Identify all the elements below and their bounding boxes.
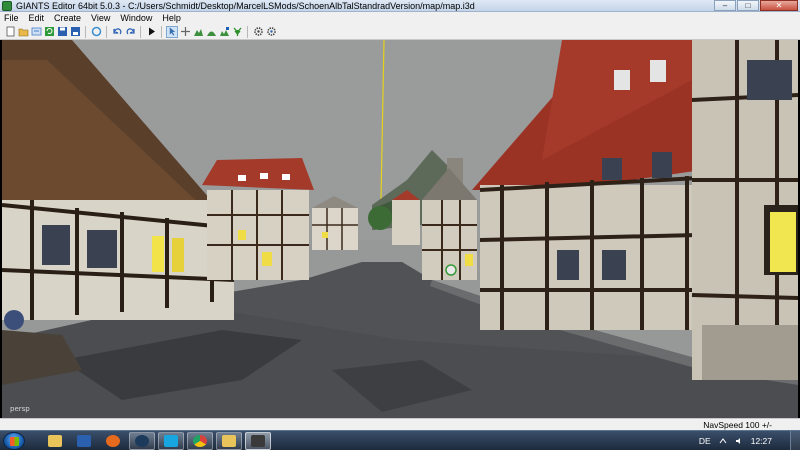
- new-file-icon[interactable]: [4, 26, 16, 38]
- clock[interactable]: 12:27: [751, 436, 772, 446]
- minimize-button[interactable]: –: [714, 0, 736, 11]
- toolbar-separator: [247, 25, 248, 38]
- system-tray: DE 12:27: [699, 431, 800, 450]
- camera-label: persp: [10, 405, 30, 413]
- viewport-scene: [2, 40, 798, 418]
- giants-editor-icon[interactable]: [245, 432, 271, 450]
- title-bar[interactable]: GIANTS Editor 64bit 5.0.3 - C:/Users/Sch…: [0, 0, 800, 12]
- menu-bar: File Edit Create View Window Help: [0, 12, 800, 24]
- select-icon[interactable]: [166, 25, 178, 38]
- start-button[interactable]: [3, 432, 25, 450]
- tray-expand-icon[interactable]: [719, 437, 727, 445]
- skype-icon[interactable]: [158, 432, 184, 450]
- terrain-paint-icon[interactable]: [218, 26, 230, 38]
- status-bar: NavSpeed 100 +/-: [0, 418, 800, 430]
- close-button[interactable]: ✕: [760, 0, 798, 11]
- taskbar-apps: [42, 432, 271, 450]
- firefox-icon[interactable]: [100, 432, 126, 450]
- giants-app-icon[interactable]: [2, 1, 12, 11]
- folder-icon[interactable]: [216, 432, 242, 450]
- steam-icon[interactable]: [129, 432, 155, 450]
- volume-icon[interactable]: [735, 437, 743, 445]
- window-title: GIANTS Editor 64bit 5.0.3 - C:/Users/Sch…: [16, 1, 475, 11]
- menu-view[interactable]: View: [91, 12, 110, 24]
- save-icon[interactable]: [56, 26, 68, 38]
- terrain-raise-icon[interactable]: [192, 26, 204, 38]
- foliage-paint-icon[interactable]: [231, 26, 243, 38]
- settings-gear-icon[interactable]: [252, 26, 264, 38]
- show-desktop-button[interactable]: [790, 431, 800, 450]
- undo-icon[interactable]: [111, 26, 123, 38]
- 3d-viewport[interactable]: persp: [2, 40, 798, 418]
- menu-file[interactable]: File: [4, 12, 19, 24]
- toolbar-separator: [161, 25, 162, 38]
- chrome-icon[interactable]: [187, 432, 213, 450]
- menu-window[interactable]: Window: [120, 12, 152, 24]
- move-icon[interactable]: [179, 26, 191, 38]
- reload-icon[interactable]: [90, 26, 102, 38]
- import-icon[interactable]: [30, 26, 42, 38]
- gear-icon[interactable]: [265, 26, 277, 38]
- open-icon[interactable]: [17, 26, 29, 38]
- refresh-icon[interactable]: [43, 26, 55, 38]
- toolbar-separator: [85, 25, 86, 38]
- windows-taskbar: DE 12:27: [0, 430, 800, 450]
- terrain-smooth-icon[interactable]: [205, 26, 217, 38]
- play-icon[interactable]: [145, 26, 157, 38]
- redo-icon[interactable]: [124, 26, 136, 38]
- word-icon[interactable]: [71, 432, 97, 450]
- toolbar: [0, 24, 800, 40]
- explorer-icon[interactable]: [42, 432, 68, 450]
- menu-help[interactable]: Help: [162, 12, 181, 24]
- window-controls: – □ ✕: [714, 0, 798, 11]
- toolbar-separator: [106, 25, 107, 38]
- toolbar-separator: [140, 25, 141, 38]
- language-indicator[interactable]: DE: [699, 436, 711, 446]
- maximize-button[interactable]: □: [737, 0, 759, 11]
- menu-create[interactable]: Create: [54, 12, 81, 24]
- menu-edit[interactable]: Edit: [29, 12, 45, 24]
- save-as-icon[interactable]: [69, 26, 81, 38]
